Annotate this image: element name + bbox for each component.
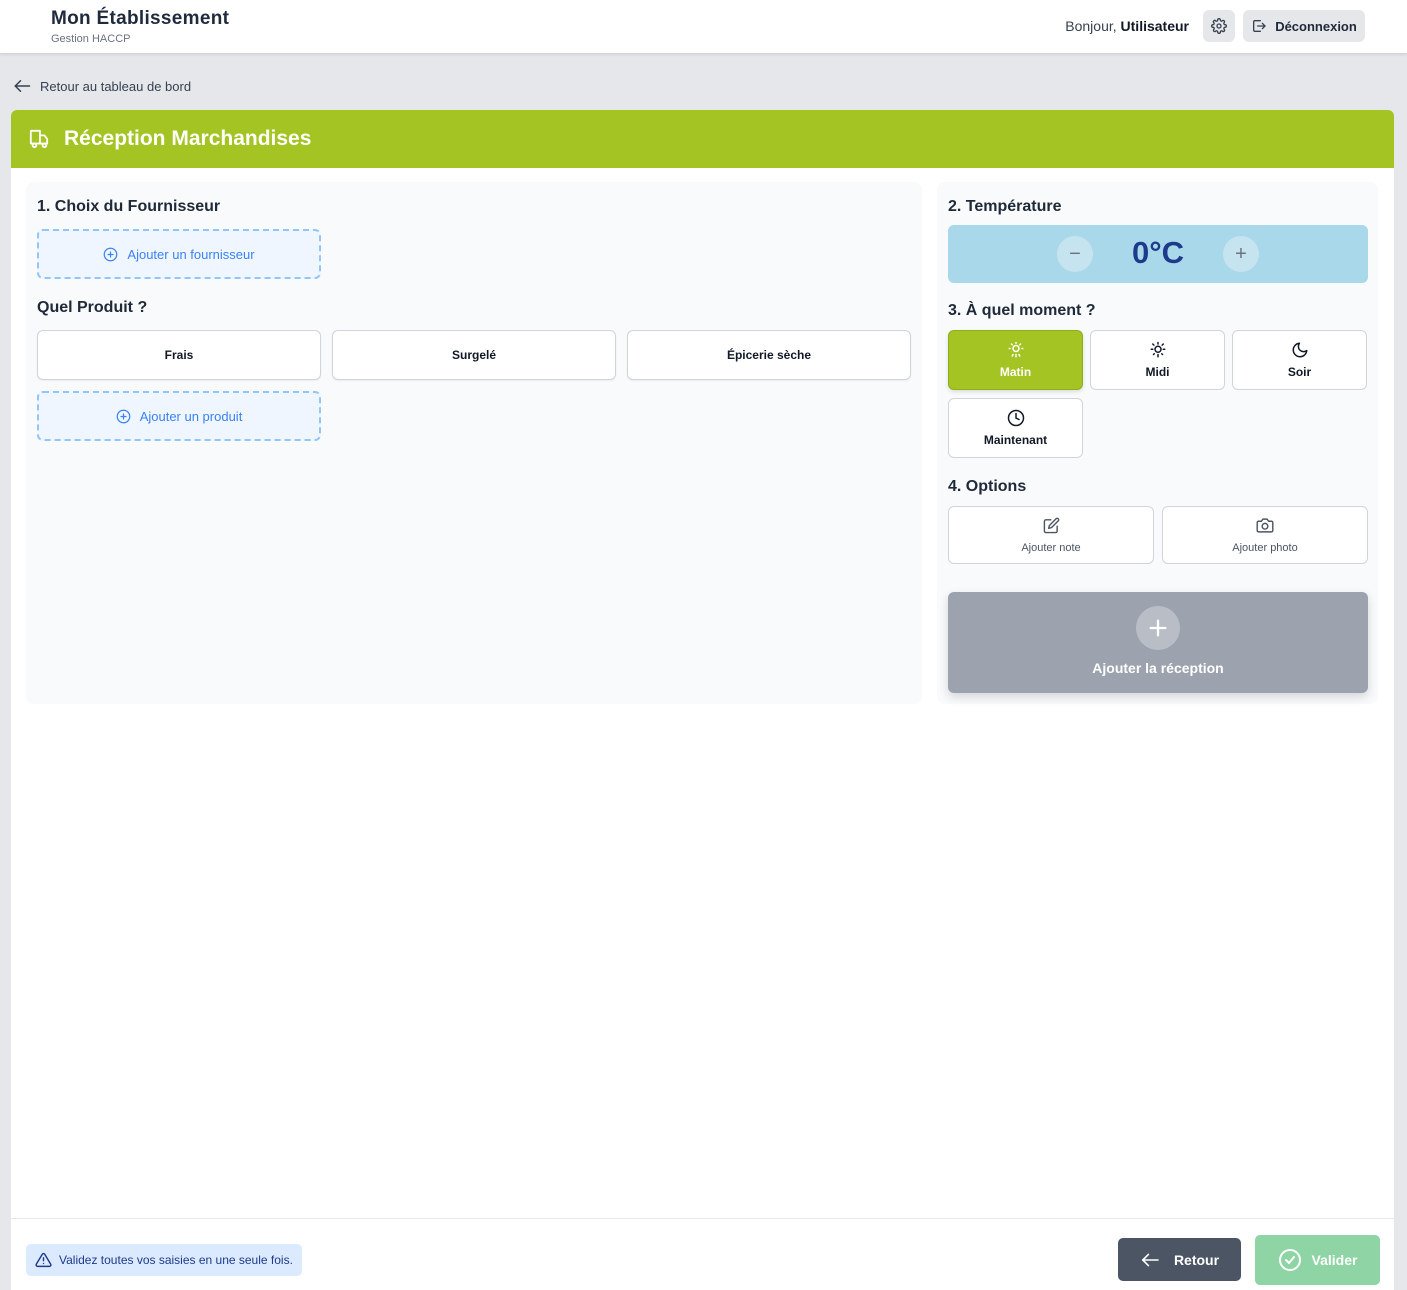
edit-icon xyxy=(1043,517,1059,533)
temperature-moment-panel: 2. Température − 0°C + 3. À quel moment … xyxy=(937,182,1378,704)
moon-icon xyxy=(1292,342,1307,358)
moment-label-soir: Soir xyxy=(1287,365,1312,379)
add-reception-label: Ajouter la réception xyxy=(1092,660,1224,676)
moment-option-maintenant[interactable]: Maintenant xyxy=(948,398,1083,458)
logout-label: Déconnexion xyxy=(1275,18,1357,34)
add-note-label: Ajouter note xyxy=(1021,541,1081,554)
temperature-increment-button[interactable]: + xyxy=(1223,236,1259,272)
footer-bar: Validez toutes vos saisies en une seule … xyxy=(11,1218,1394,1290)
temperature-section-title: 2. Température xyxy=(948,198,1062,215)
minus-icon: − xyxy=(1069,242,1081,265)
validate-button-label: Valider xyxy=(1311,1252,1358,1268)
supplier-product-panel: 1. Choix du Fournisseur Ajouter un fourn… xyxy=(26,182,922,704)
validate-button[interactable]: Valider xyxy=(1255,1235,1380,1285)
back-to-dashboard-link[interactable]: Retour au tableau de bord xyxy=(13,78,191,94)
moment-label-maintenant: Maintenant xyxy=(983,433,1048,447)
arrow-left-icon xyxy=(1141,1253,1159,1266)
temperature-control: − 0°C + xyxy=(948,225,1368,283)
clock-icon xyxy=(1007,409,1024,427)
add-photo-label: Ajouter photo xyxy=(1232,541,1298,554)
add-supplier-label: Ajouter un fournisseur xyxy=(127,246,255,262)
back-link-label: Retour au tableau de bord xyxy=(40,78,192,94)
product-option-epicerie-seche[interactable]: Épicerie sèche xyxy=(627,330,911,380)
product-section-title: Quel Produit ? xyxy=(37,299,148,316)
moment-option-midi[interactable]: Midi xyxy=(1090,330,1225,390)
page-title: Réception Marchandises xyxy=(64,127,312,150)
temperature-decrement-button[interactable]: − xyxy=(1057,236,1093,272)
camera-icon xyxy=(1256,517,1274,533)
reception-card: Réception Marchandises 1. Choix du Fourn… xyxy=(11,110,1394,1290)
moment-option-matin[interactable]: Matin xyxy=(948,330,1083,390)
gear-icon xyxy=(1211,18,1227,34)
sunrise-icon xyxy=(1008,341,1023,358)
moment-section-title: 3. À quel moment ? xyxy=(948,302,1096,319)
greeting-prefix: Bonjour, xyxy=(1065,18,1117,34)
add-product-label: Ajouter un produit xyxy=(139,408,243,424)
back-button-label: Retour xyxy=(1173,1251,1220,1268)
back-button[interactable]: Retour xyxy=(1118,1238,1241,1281)
add-supplier-button[interactable]: Ajouter un fournisseur xyxy=(37,229,321,279)
warning-icon xyxy=(35,1252,52,1268)
supplier-section-title: 1. Choix du Fournisseur xyxy=(37,198,221,215)
check-circle-icon xyxy=(1278,1249,1301,1271)
add-note-button[interactable]: Ajouter note xyxy=(948,506,1154,564)
add-product-button[interactable]: Ajouter un produit xyxy=(37,391,321,441)
add-reception-button[interactable]: Ajouter la réception xyxy=(948,592,1368,693)
temperature-value: 0°C xyxy=(1131,235,1185,270)
greeting: Bonjour, Utilisateur xyxy=(1065,18,1189,34)
moment-option-soir[interactable]: Soir xyxy=(1232,330,1367,390)
validation-notice-text: Validez toutes vos saisies en une seule … xyxy=(59,1253,293,1267)
truck-icon xyxy=(29,129,49,149)
add-reception-circle xyxy=(1136,606,1180,650)
logout-icon xyxy=(1253,20,1266,32)
plus-icon xyxy=(1149,619,1167,637)
moment-label-matin: Matin xyxy=(999,365,1032,379)
validation-notice: Validez toutes vos saisies en une seule … xyxy=(26,1244,302,1276)
brand-subtitle: Gestion HACCP xyxy=(51,33,131,45)
product-option-surgele[interactable]: Surgelé xyxy=(332,330,616,380)
arrow-left-icon xyxy=(14,80,31,92)
add-photo-button[interactable]: Ajouter photo xyxy=(1162,506,1368,564)
brand: Mon Établissement Gestion HACCP xyxy=(51,8,229,45)
options-section-title: 4. Options xyxy=(948,478,1027,495)
top-bar: Mon Établissement Gestion HACCP Bonjour,… xyxy=(0,0,1407,54)
moment-label-midi: Midi xyxy=(1145,365,1170,379)
user-name: Utilisateur xyxy=(1120,18,1189,34)
brand-title: Mon Établissement xyxy=(51,8,230,29)
plus-icon: + xyxy=(1235,242,1247,265)
product-option-frais[interactable]: Frais xyxy=(37,330,321,380)
settings-button[interactable] xyxy=(1203,10,1235,42)
logout-button[interactable]: Déconnexion xyxy=(1243,10,1365,42)
plus-circle-icon xyxy=(104,247,118,261)
plus-circle-icon xyxy=(116,409,131,423)
sun-icon xyxy=(1150,341,1165,358)
card-header: Réception Marchandises xyxy=(11,110,1394,168)
